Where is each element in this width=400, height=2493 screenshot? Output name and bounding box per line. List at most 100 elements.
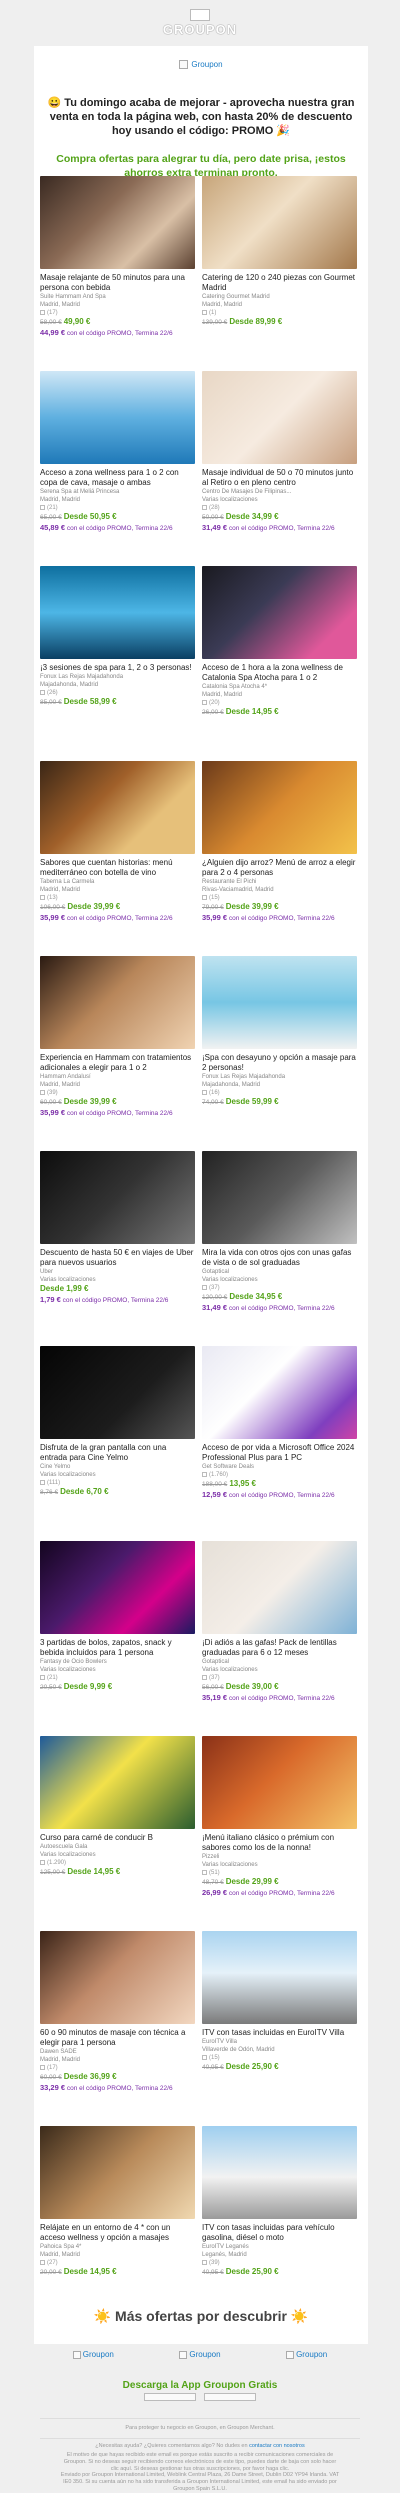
app-store-badge[interactable] xyxy=(144,2393,196,2401)
deal-title[interactable]: ¡3 sesiones de spa para 1, 2 o 3 persona… xyxy=(40,663,195,673)
deal-title[interactable]: ITV con tasas incluidas para vehículo ga… xyxy=(202,2223,357,2243)
hero-banner[interactable]: Groupon xyxy=(34,60,368,70)
deal-image[interactable] xyxy=(40,1736,195,1829)
deal-image[interactable] xyxy=(40,956,195,1049)
deal-merchant: Catering Gourmet Madrid xyxy=(202,294,270,300)
footer-groupon-link[interactable]: Groupon xyxy=(286,2350,327,2359)
promo-amount: 35,19 € xyxy=(202,1693,228,1702)
deal-card[interactable]: ITV con tasas incluidas en EuroITV Villa… xyxy=(202,1931,357,2073)
deal-image[interactable] xyxy=(40,1931,195,2024)
rating-count: (1.760) xyxy=(209,1472,229,1478)
deal-card[interactable]: ¡Menú italiano clásico o prémium con sab… xyxy=(202,1736,357,1898)
deal-card[interactable]: Descuento de hasta 50 € en viajes de Ube… xyxy=(40,1151,195,1305)
deal-card[interactable]: Mira la vida con otros ojos con unas gaf… xyxy=(202,1151,357,1313)
deal-title[interactable]: Relájate en un entorno de 4 * con un acc… xyxy=(40,2223,195,2243)
deal-image[interactable] xyxy=(202,1541,357,1634)
deal-card[interactable]: Masaje individual de 50 o 70 minutos jun… xyxy=(202,371,357,533)
groupon-logo-image[interactable] xyxy=(190,9,210,21)
deal-card[interactable]: Acceso de 1 hora a la zona wellness de C… xyxy=(202,566,357,718)
deal-card[interactable]: Disfruta de la gran pantalla con una ent… xyxy=(40,1346,195,1498)
deal-title[interactable]: Sabores que cuentan historias: menú medi… xyxy=(40,858,195,878)
deal-card[interactable]: Acceso a zona wellness para 1 o 2 con co… xyxy=(40,371,195,533)
deal-image[interactable] xyxy=(202,566,357,659)
promo-price: 45,89 € con el código PROMO, Termina 22/… xyxy=(40,523,195,533)
legal-address: Enviado por Groupon International Limite… xyxy=(60,2472,340,2492)
groupon-logo-text: GROUPON xyxy=(162,22,238,37)
contact-link[interactable]: contactar con nosotros xyxy=(249,2443,305,2449)
deal-image[interactable] xyxy=(202,371,357,464)
deal-title[interactable]: Curso para carné de conducir B xyxy=(40,1833,195,1843)
deal-image[interactable] xyxy=(40,176,195,269)
deal-card[interactable]: ITV con tasas incluidas para vehículo ga… xyxy=(202,2126,357,2278)
deal-title[interactable]: Acceso de por vida a Microsoft Office 20… xyxy=(202,1443,357,1463)
deal-title[interactable]: ¡Spa con desayuno y opción a masaje para… xyxy=(202,1053,357,1073)
deal-rating: (13) xyxy=(40,894,195,902)
deal-location: Rivas-Vaciamadrid, Madrid xyxy=(202,887,274,893)
deal-title[interactable]: ¡Di adiós a las gafas! Pack de lentillas… xyxy=(202,1638,357,1658)
deal-card[interactable]: Acceso de por vida a Microsoft Office 20… xyxy=(202,1346,357,1500)
deal-title[interactable]: 60 o 90 minutos de masaje con técnica a … xyxy=(40,2028,195,2048)
deal-card[interactable]: ¡Spa con desayuno y opción a masaje para… xyxy=(202,956,357,1108)
deal-image[interactable] xyxy=(202,1151,357,1244)
deal-card[interactable]: Relájate en un entorno de 4 * con un acc… xyxy=(40,2126,195,2278)
deal-title[interactable]: ITV con tasas incluidas en EuroITV Villa xyxy=(202,2028,357,2038)
footer-groupon-link[interactable]: Groupon xyxy=(179,2350,221,2359)
deal-image[interactable] xyxy=(202,1346,357,1439)
deal-title[interactable]: Catering de 120 o 240 piezas con Gourmet… xyxy=(202,273,357,293)
deal-merchant: Fantasy de Ocio Bowlers xyxy=(40,1659,107,1665)
deal-card[interactable]: ¡3 sesiones de spa para 1, 2 o 3 persona… xyxy=(40,566,195,708)
deal-card[interactable]: Sabores que cuentan historias: menú medi… xyxy=(40,761,195,923)
deal-title[interactable]: Masaje individual de 50 o 70 minutos jun… xyxy=(202,468,357,488)
more-offers-heading[interactable]: ☀️ Más ofertas por descubrir ☀️ xyxy=(34,2308,368,2325)
deal-title[interactable]: Masaje relajante de 50 minutos para una … xyxy=(40,273,195,293)
deal-image[interactable] xyxy=(202,956,357,1049)
new-price: Desde 14,95 € xyxy=(225,707,279,716)
old-price: 65,00 € xyxy=(40,514,62,521)
deal-image[interactable] xyxy=(40,2126,195,2219)
deal-card[interactable]: 60 o 90 minutos de masaje con técnica a … xyxy=(40,1931,195,2093)
footer-groupon-link[interactable]: Groupon xyxy=(72,2350,114,2359)
deal-location: Varias localizaciones xyxy=(202,1862,258,1868)
deal-rating: (15) xyxy=(202,894,357,902)
deal-title[interactable]: Experiencia en Hammam con tratamientos a… xyxy=(40,1053,195,1073)
deal-image[interactable] xyxy=(202,2126,357,2219)
deal-card[interactable]: ¿Alguien dijo arroz? Menú de arroz a ele… xyxy=(202,761,357,923)
deal-rating: (1) xyxy=(202,309,357,317)
deal-title[interactable]: Acceso a zona wellness para 1 o 2 con co… xyxy=(40,468,195,488)
deal-card[interactable]: Experiencia en Hammam con tratamientos a… xyxy=(40,956,195,1118)
deal-image[interactable] xyxy=(40,371,195,464)
deal-image[interactable] xyxy=(40,761,195,854)
new-price: Desde 39,00 € xyxy=(225,1682,279,1691)
promo-amount: 31,49 € xyxy=(202,523,228,532)
deal-title[interactable]: ¿Alguien dijo arroz? Menú de arroz a ele… xyxy=(202,858,357,878)
deal-image[interactable] xyxy=(202,1931,357,2024)
deal-title[interactable]: 3 partidas de bolos, zapatos, snack y be… xyxy=(40,1638,195,1658)
deal-image[interactable] xyxy=(40,1346,195,1439)
deal-card[interactable]: 3 partidas de bolos, zapatos, snack y be… xyxy=(40,1541,195,1693)
deal-image[interactable] xyxy=(40,1541,195,1634)
deal-card[interactable]: Curso para carné de conducir B Autoescuel… xyxy=(40,1736,195,1878)
new-price: 49,90 € xyxy=(63,317,91,326)
deal-image[interactable] xyxy=(202,176,357,269)
google-play-badge[interactable] xyxy=(204,2393,256,2401)
footer-logo-text: Groupon xyxy=(296,2350,328,2359)
deal-price: 65,00 € Desde 50,95 € xyxy=(40,512,195,523)
deal-image[interactable] xyxy=(40,1151,195,1244)
deal-image[interactable] xyxy=(202,1736,357,1829)
promo-note: con el código PROMO, Termina 22/6 xyxy=(62,1297,169,1304)
new-price: Desde 34,99 € xyxy=(225,512,279,521)
deal-card[interactable]: Masaje relajante de 50 minutos para una … xyxy=(40,176,195,338)
deal-rating: (39) xyxy=(202,2259,357,2267)
promo-price: 35,19 € con el código PROMO, Termina 22/… xyxy=(202,1693,357,1703)
deal-title[interactable]: Disfruta de la gran pantalla con una ent… xyxy=(40,1443,195,1463)
deal-title[interactable]: Descuento de hasta 50 € en viajes de Ube… xyxy=(40,1248,195,1268)
deal-image[interactable] xyxy=(40,566,195,659)
deal-title[interactable]: Acceso de 1 hora a la zona wellness de C… xyxy=(202,663,357,683)
deal-card[interactable]: ¡Di adiós a las gafas! Pack de lentillas… xyxy=(202,1541,357,1703)
star-icon xyxy=(202,1284,207,1290)
deal-image[interactable] xyxy=(202,761,357,854)
deal-title[interactable]: Mira la vida con otros ojos con unas gaf… xyxy=(202,1248,357,1268)
deal-title[interactable]: ¡Menú italiano clásico o prémium con sab… xyxy=(202,1833,357,1853)
banner-alt-text: Groupon xyxy=(191,60,223,69)
deal-card[interactable]: Catering de 120 o 240 piezas con Gourmet… xyxy=(202,176,357,328)
